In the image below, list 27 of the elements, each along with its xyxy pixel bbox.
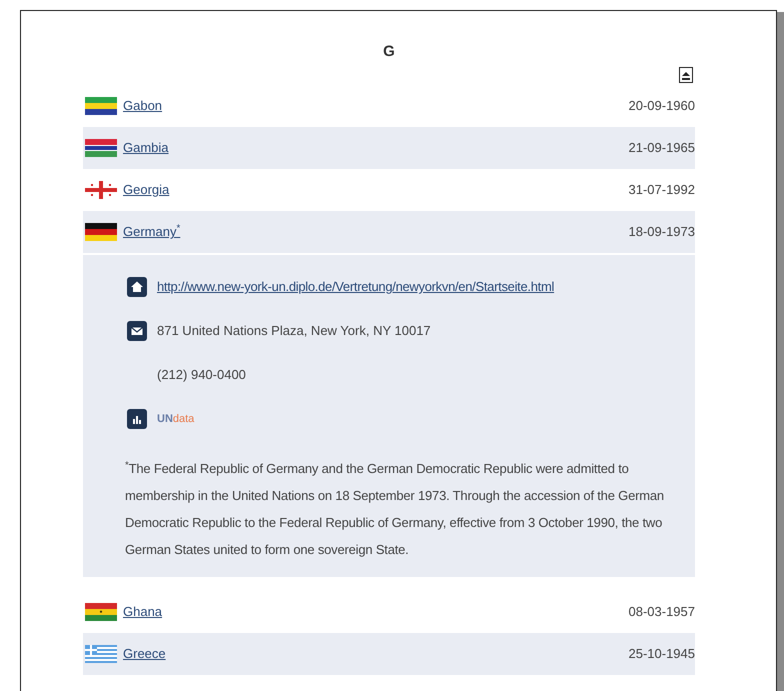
country-link[interactable]: Gambia xyxy=(123,138,169,158)
country-link[interactable]: Ghana xyxy=(123,602,162,622)
admission-date: 20-09-1960 xyxy=(628,97,695,116)
flag-icon xyxy=(85,139,117,157)
phone-number: (212) 940-0400 xyxy=(157,366,246,384)
country-link[interactable]: Georgia xyxy=(123,180,170,200)
admission-date: 21-09-1965 xyxy=(628,139,695,158)
admission-date: 25-10-1945 xyxy=(628,645,695,664)
country-link[interactable]: Gabon xyxy=(123,96,162,116)
admission-date: 31-07-1992 xyxy=(628,181,695,200)
footnote-text: $^{*}$The Federal Republic of Germany and the German Democratic Republic were admitted to membership in the United Nations on 18 September 1973. Through the accession of the German Democratic Republic to the Federal Republic of Germany, effective from 3 October 1990, the two German States united to form one sovereign State. xyxy=(125,459,665,559)
section-heading: G xyxy=(382,42,396,62)
address-text: 871 United Nations Plaza, New York, NY 10017 xyxy=(157,322,431,340)
admission-date: 18-09-1973 xyxy=(628,223,695,242)
flag-icon xyxy=(85,223,117,241)
home-icon xyxy=(127,277,147,297)
admission-date: 08-03-1957 xyxy=(628,603,695,622)
flag-icon xyxy=(85,603,117,621)
flag-icon xyxy=(85,645,117,663)
country-link[interactable]: Greece xyxy=(123,644,166,664)
flag-icon xyxy=(85,181,117,199)
country-link[interactable]: Germany$^{*}$ xyxy=(123,222,180,242)
envelope-icon xyxy=(127,321,147,341)
bar-chart-icon xyxy=(127,409,147,429)
back-to-top-icon[interactable] xyxy=(679,67,693,83)
flag-icon xyxy=(85,97,117,115)
website-link[interactable]: http://www.new-york-un.diplo.de/Vertretung/newyorkvn/en/Startseite.html xyxy=(157,277,554,297)
